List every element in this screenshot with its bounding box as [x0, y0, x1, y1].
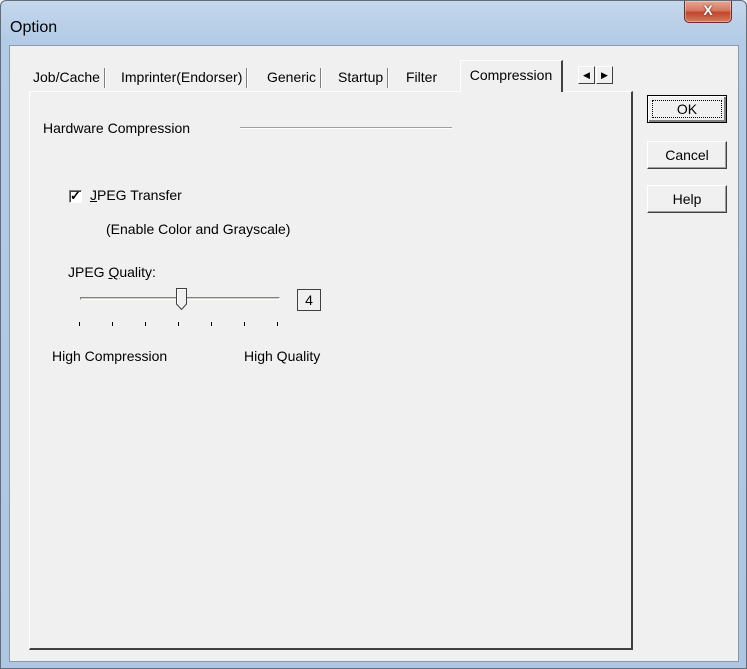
- option-dialog: Option X Job/Cache Imprinter(Endorser) G…: [0, 0, 747, 669]
- tab-label: Generic: [267, 69, 317, 85]
- slider-tick: [277, 322, 278, 326]
- slider-tick: [112, 322, 113, 326]
- checkmark-icon: ✓: [70, 188, 81, 203]
- jpeg-transfer-note: (Enable Color and Grayscale): [106, 221, 291, 237]
- window-title: Option: [10, 19, 58, 36]
- tab-label: Imprinter(Endorser): [121, 69, 243, 85]
- high-quality-label: High Quality: [244, 348, 321, 364]
- jpeg-quality-label: JPEG Quality:: [68, 264, 156, 280]
- jpeg-quality-slider-thumb[interactable]: [176, 288, 187, 310]
- slider-tick: [244, 322, 245, 326]
- tab-scroll-arrows: ◀ ▶: [578, 66, 614, 84]
- arrow-right-icon: ▶: [601, 70, 608, 80]
- focus-rect: [652, 100, 722, 118]
- tab-startup[interactable]: Startup: [332, 65, 390, 91]
- tab-imprinter-endorser[interactable]: Imprinter(Endorser): [115, 65, 249, 91]
- label-text: uality:: [119, 264, 156, 280]
- compression-panel: [29, 91, 633, 650]
- groupbox-divider: [240, 127, 452, 129]
- cancel-button[interactable]: Cancel: [647, 141, 727, 169]
- tab-scroll-left-button[interactable]: ◀: [578, 66, 595, 84]
- accelerator-key: J: [90, 187, 97, 203]
- tab-job-cache[interactable]: Job/Cache: [27, 65, 106, 91]
- slider-tick: [178, 322, 179, 326]
- jpeg-transfer-checkbox[interactable]: ✓: [69, 188, 82, 203]
- tab-label: Startup: [338, 69, 384, 85]
- tab-scroll-right-button[interactable]: ▶: [596, 66, 613, 84]
- title-bar[interactable]: Option X: [1, 1, 746, 45]
- slider-tick: [79, 322, 80, 326]
- slider-tick: [211, 322, 212, 326]
- hardware-compression-label: Hardware Compression: [43, 120, 191, 136]
- tab-label: Job/Cache: [33, 69, 100, 85]
- tab-label: Compression: [469, 67, 553, 83]
- jpeg-quality-value: 4: [297, 289, 321, 311]
- jpeg-transfer-label[interactable]: JPEG Transfer: [90, 187, 182, 203]
- close-icon: X: [703, 2, 713, 18]
- label-text: PEG Transfer: [97, 187, 182, 203]
- dialog-client-area: Job/Cache Imprinter(Endorser) Generic St…: [9, 45, 739, 662]
- tab-filter[interactable]: Filter: [400, 65, 443, 91]
- slider-tick: [145, 322, 146, 326]
- close-button[interactable]: X: [684, 1, 732, 23]
- arrow-left-icon: ◀: [583, 70, 590, 80]
- high-compression-label: High Compression: [52, 348, 168, 364]
- tab-generic[interactable]: Generic: [261, 65, 323, 91]
- tab-compression[interactable]: Compression: [460, 60, 563, 92]
- tab-label: Filter: [406, 69, 438, 85]
- help-button[interactable]: Help: [647, 185, 727, 213]
- label-text: JPEG: [68, 264, 109, 280]
- button-label: Help: [672, 191, 702, 207]
- accelerator-key: Q: [108, 264, 120, 280]
- ok-button[interactable]: OK: [647, 95, 727, 123]
- button-label: Cancel: [665, 147, 709, 163]
